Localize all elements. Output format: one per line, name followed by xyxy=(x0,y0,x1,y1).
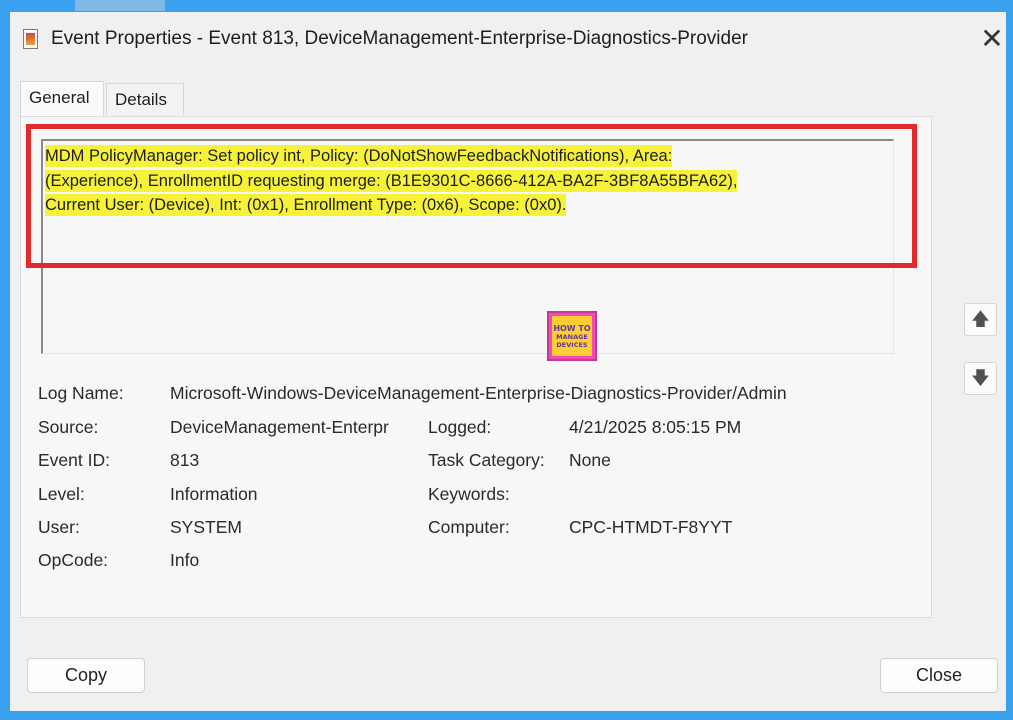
user-label: User: xyxy=(38,517,80,537)
next-event-button[interactable]: 🡇 xyxy=(964,362,997,395)
close-icon[interactable]: ✕ xyxy=(978,22,1006,56)
logged-value[interactable]: 4/21/2025 8:05:15 PM xyxy=(569,416,741,438)
tab-details[interactable]: Details xyxy=(106,83,184,115)
previous-event-button[interactable]: 🡅 xyxy=(964,303,997,336)
highlighted-line-1: MDM PolicyManager: Set policy int, Polic… xyxy=(45,145,673,167)
task-category-value[interactable]: None xyxy=(569,449,611,471)
log-name-label: Log Name: xyxy=(38,383,124,403)
user-value[interactable]: SYSTEM xyxy=(170,516,242,538)
htmd-watermark-logo: HOW TO MANAGE DEVICES xyxy=(547,311,597,361)
level-label: Level: xyxy=(38,484,85,504)
event-properties-window: Event Properties - Event 813, DeviceMana… xyxy=(10,12,1006,711)
computer-label: Computer: xyxy=(428,517,510,537)
log-name-value[interactable]: Microsoft-Windows-DeviceManagement-Enter… xyxy=(170,382,787,404)
event-id-value[interactable]: 813 xyxy=(170,449,199,471)
event-description-text: MDM PolicyManager: Set policy int, Polic… xyxy=(45,144,835,218)
highlighted-line-2: (Experience), EnrollmentID requesting me… xyxy=(45,169,738,192)
copy-button[interactable]: Copy xyxy=(27,658,145,693)
logged-label: Logged: xyxy=(428,417,492,437)
arrow-down-icon: 🡇 xyxy=(971,368,990,388)
computer-value[interactable]: CPC-HTMDT-F8YYT xyxy=(569,516,732,538)
event-id-label: Event ID: xyxy=(38,450,110,470)
source-value[interactable]: DeviceManagement-Enterpr xyxy=(170,416,389,438)
tab-general[interactable]: General xyxy=(20,81,104,117)
window-title: Event Properties - Event 813, DeviceMana… xyxy=(51,28,748,49)
highlighted-line-3: Current User: (Device), Int: (0x1), Enro… xyxy=(45,194,567,216)
title-bar: Event Properties - Event 813, DeviceMana… xyxy=(10,12,1006,68)
logo-text-1: HOW TO xyxy=(553,323,591,333)
source-label: Source: xyxy=(38,417,99,437)
background-taskbar-fragment xyxy=(75,0,165,11)
opcode-value[interactable]: Info xyxy=(170,549,199,571)
keywords-label: Keywords: xyxy=(428,484,510,504)
close-button[interactable]: Close xyxy=(880,658,998,693)
level-value[interactable]: Information xyxy=(170,483,258,505)
arrow-up-icon: 🡅 xyxy=(971,309,990,329)
event-viewer-app-icon xyxy=(23,29,38,49)
logo-text-3: DEVICES xyxy=(556,340,588,349)
task-category-label: Task Category: xyxy=(428,450,545,470)
logo-text-2: MANAGE xyxy=(556,332,588,341)
opcode-label: OpCode: xyxy=(38,550,109,570)
